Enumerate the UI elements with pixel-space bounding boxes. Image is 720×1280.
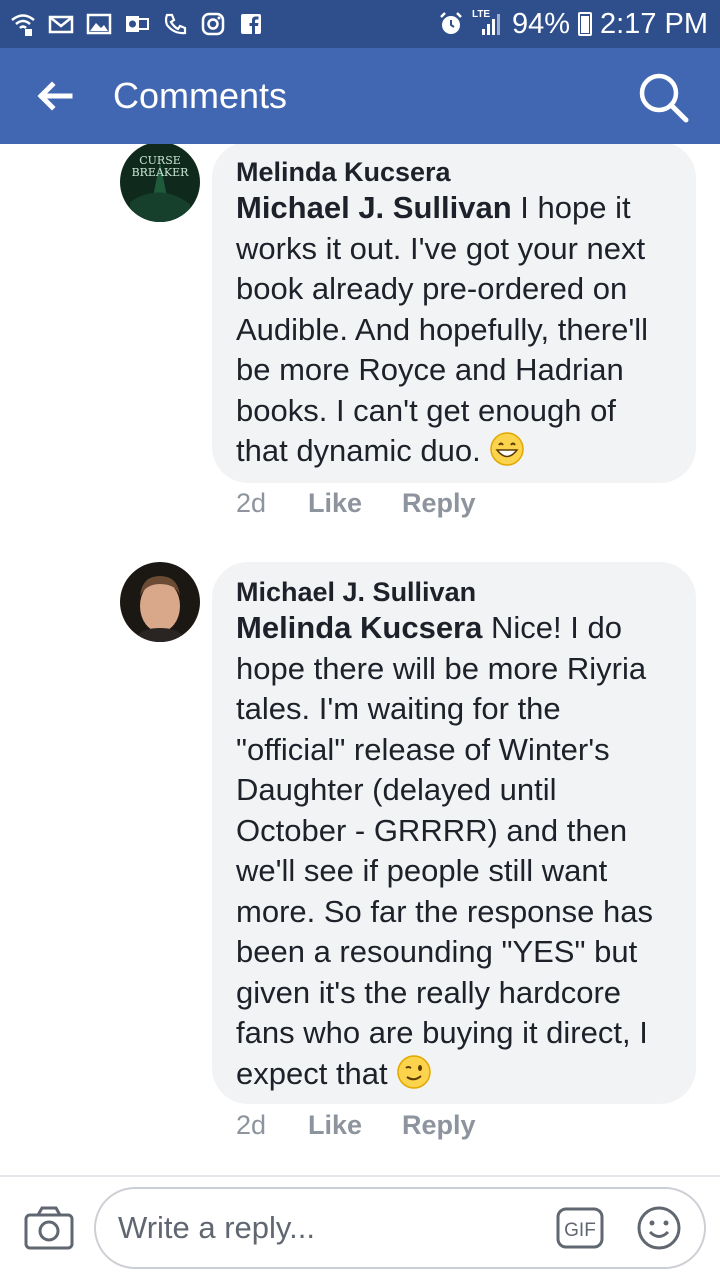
comment-actions: 2d Like Reply [236,1110,516,1141]
comments-list: CURSE BREAKER Melinda Kucsera Michael J.… [0,144,720,1174]
clock: 2:17 PM [600,7,708,40]
facebook-icon [238,11,264,37]
comment-author[interactable]: Melinda Kucsera [236,156,672,188]
gif-button[interactable]: GIF [556,1207,604,1249]
avatar[interactable]: CURSE BREAKER [120,144,200,222]
winking-face-icon [396,1054,432,1090]
mention-link[interactable]: Melinda Kucsera [236,610,482,645]
gif-label: GIF [564,1220,596,1241]
comment-time: 2d [236,1110,267,1140]
signal-icon: LTE [471,9,504,37]
comment-bubble[interactable]: Michael J. Sullivan Melinda Kucsera Nice… [212,562,696,1104]
avatar[interactable] [120,562,200,642]
avatar-text-breaker: BREAKER [132,166,190,179]
comment-author[interactable]: Michael J. Sullivan [236,576,672,608]
reply-placeholder: Write a reply... [118,1210,315,1245]
phone-icon [162,11,188,37]
reply-button[interactable]: Reply [402,488,476,519]
comment-body: Nice! I do hope there will be more Riyri… [236,610,654,1091]
system-status: LTE 94% 2:17 PM [438,8,708,41]
like-button[interactable]: Like [308,1110,362,1141]
instagram-icon [200,11,226,37]
wifi-icon [10,11,36,37]
comment-actions: 2d Like Reply [236,488,516,519]
arrow-left-icon[interactable] [32,74,76,118]
mention-link[interactable]: Michael J. Sullivan [236,190,512,225]
reply-input[interactable]: Write a reply... GIF [94,1187,706,1269]
comment-text: Michael J. Sullivan I hope it works it o… [236,188,672,472]
battery-icon [578,12,592,36]
alarm-icon [438,11,464,37]
comment-bubble[interactable]: Melinda Kucsera Michael J. Sullivan I ho… [212,144,696,483]
app-bar: Comments [0,48,720,144]
grinning-face-icon [489,431,525,467]
reply-composer: Write a reply... GIF [0,1177,720,1280]
comment-time: 2d [236,488,267,518]
image-icon [86,11,112,37]
status-bar: LTE 94% 2:17 PM [0,0,720,48]
camera-icon[interactable] [24,1205,74,1251]
mail-icon [48,11,74,37]
like-button[interactable]: Like [308,488,362,519]
network-type: LTE [471,9,491,20]
notification-icons [10,11,264,37]
comment-body: I hope it works it out. I've got your ne… [236,190,649,468]
reply-button[interactable]: Reply [402,1110,476,1141]
comment-text: Melinda Kucsera Nice! I do hope there wi… [236,608,672,1094]
battery-percent: 94% [511,7,570,40]
search-icon[interactable] [636,70,690,124]
smiley-icon[interactable] [636,1205,682,1251]
outlook-icon [124,11,150,37]
page-title: Comments [113,75,288,116]
